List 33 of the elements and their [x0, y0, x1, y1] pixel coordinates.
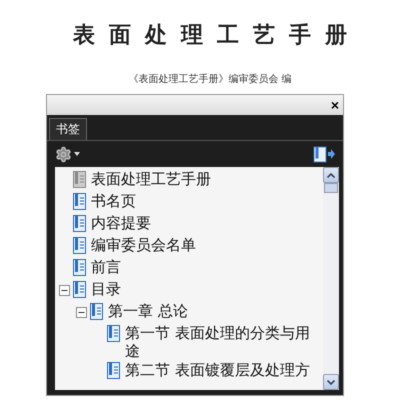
bookmark-icon — [107, 325, 120, 342]
scrollbar[interactable] — [323, 167, 339, 390]
editor-credit: 《表面处理工艺手册》编审委员会 编 — [128, 72, 292, 86]
panel-tab[interactable]: 书签 — [49, 118, 87, 140]
chevron-down-icon — [327, 380, 335, 384]
expand-bookmark-icon[interactable] — [313, 146, 335, 162]
caret-icon — [74, 152, 80, 156]
chevron-up-icon — [327, 172, 335, 178]
close-button[interactable]: × — [330, 98, 339, 112]
book-title: 表面处理工艺手册 — [72, 22, 361, 50]
bookmark-icon — [73, 237, 86, 254]
bookmark-label[interactable]: 表面处理工艺手册 — [91, 170, 211, 188]
bookmark-icon — [107, 362, 120, 379]
bookmark-label[interactable]: 第一节 表面处理的分类与用途 — [125, 324, 323, 360]
bookmark-label[interactable]: 书名页 — [91, 192, 136, 210]
bookmark-icon — [90, 303, 103, 320]
bookmark-label[interactable]: 前言 — [91, 258, 121, 276]
bookmark-label[interactable]: 目录 — [91, 280, 121, 298]
bookmark-label[interactable]: 编审委员会名单 — [91, 236, 196, 254]
bookmark-icon — [73, 259, 86, 276]
document-icon — [73, 171, 86, 188]
bookmark-icon — [73, 281, 86, 298]
scroll-thumb[interactable] — [324, 183, 338, 193]
bookmark-label[interactable]: 第一章 总论 — [108, 302, 188, 320]
bookmark-label[interactable]: 内容提要 — [91, 214, 151, 232]
bookmark-label[interactable]: 第二节 表面镀覆层及处理方 — [125, 361, 310, 379]
bookmark-icon — [73, 193, 86, 210]
bookmark-icon — [73, 215, 86, 232]
collapse-toggle-icon[interactable] — [76, 307, 87, 318]
scroll-up-button[interactable] — [323, 167, 339, 183]
scroll-down-button[interactable] — [323, 374, 339, 390]
collapse-toggle-icon[interactable] — [59, 285, 70, 296]
options-button[interactable] — [55, 146, 80, 162]
